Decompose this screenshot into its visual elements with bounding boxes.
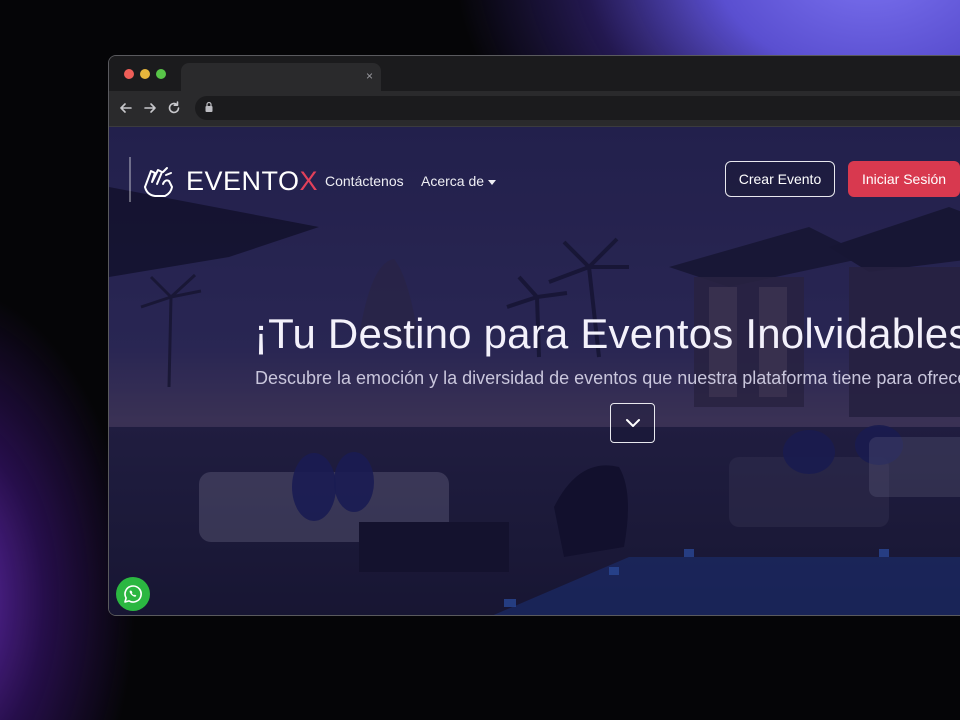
- site-navbar: EVENTOX Contáctenos Acerca de Crear Even…: [109, 127, 960, 237]
- brand-divider: [129, 157, 131, 202]
- brand-text: EVENTO: [186, 166, 300, 196]
- nav-about-label: Acerca de: [421, 173, 485, 189]
- minimize-window-button[interactable]: [140, 69, 150, 79]
- login-button[interactable]: Iniciar Sesión: [848, 161, 960, 197]
- arrow-left-icon[interactable]: [117, 99, 135, 117]
- address-bar[interactable]: [195, 96, 960, 120]
- whatsapp-button[interactable]: [116, 577, 150, 611]
- hero-title: ¡Tu Destino para Eventos Inolvidables!: [254, 310, 960, 357]
- browser-toolbar: [109, 91, 960, 127]
- browser-window: × EVENTOX Contáctenos Acerca de Crear Ev…: [108, 55, 960, 616]
- arrow-right-icon[interactable]: [141, 99, 159, 117]
- browser-tab[interactable]: ×: [181, 63, 381, 91]
- brand-logo[interactable]: EVENTOX: [186, 165, 318, 197]
- whatsapp-icon: [124, 585, 142, 603]
- maximize-window-button[interactable]: [156, 69, 166, 79]
- caret-down-icon: [488, 179, 497, 185]
- nav-link-contact[interactable]: Contáctenos: [325, 172, 404, 190]
- create-event-button[interactable]: Crear Evento: [725, 161, 835, 197]
- lock-icon: [205, 101, 213, 112]
- nav-dropdown-about[interactable]: Acerca de: [421, 172, 497, 190]
- hero-subtitle: Descubre la emoción y la diversidad de e…: [255, 368, 960, 388]
- tab-close-icon[interactable]: ×: [366, 69, 373, 83]
- chevron-down-icon: [626, 419, 640, 427]
- reload-icon[interactable]: [165, 99, 183, 117]
- title-bar: ×: [109, 56, 960, 91]
- brand-accent-text: X: [299, 166, 319, 196]
- web-page: EVENTOX Contáctenos Acerca de Crear Even…: [109, 127, 960, 615]
- hands-logo-icon[interactable]: [141, 163, 177, 199]
- close-window-button[interactable]: [124, 69, 134, 79]
- scroll-down-button[interactable]: [610, 403, 655, 443]
